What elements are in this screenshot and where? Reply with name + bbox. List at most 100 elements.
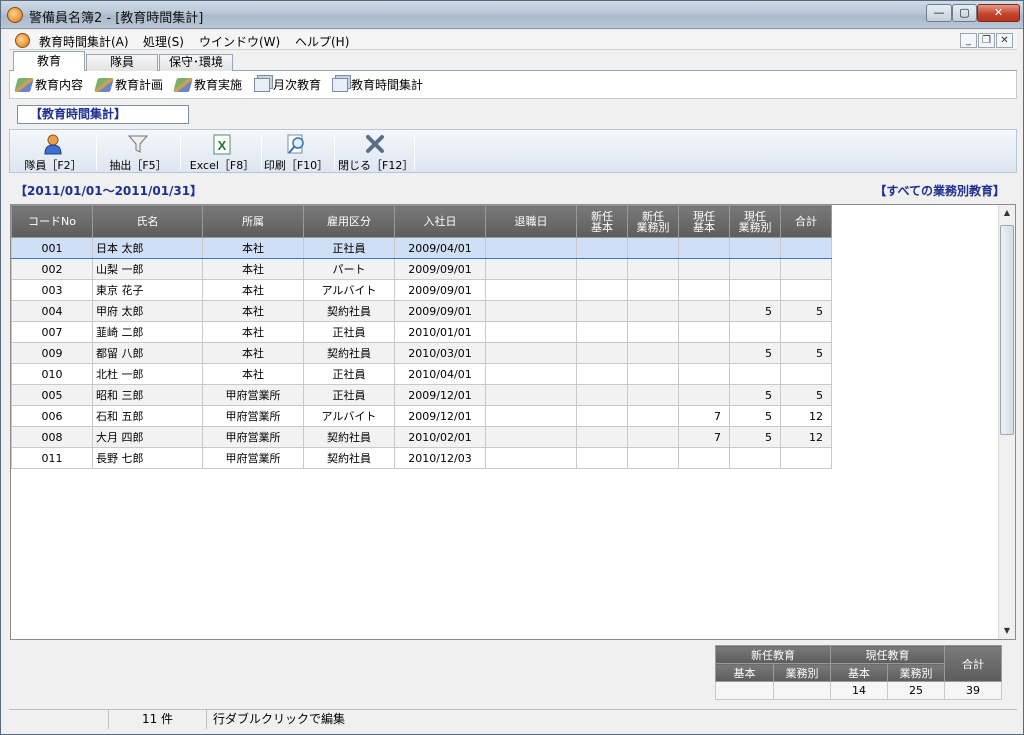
table-cell[interactable] — [678, 342, 730, 364]
table-cell[interactable] — [485, 447, 577, 469]
table-cell[interactable] — [678, 258, 730, 280]
table-cell[interactable]: 長野 七郎 — [92, 447, 203, 469]
table-cell[interactable] — [576, 426, 628, 448]
table-row[interactable]: 001 日本 太郎 本社 正社員 2009/04/01 — [11, 237, 832, 259]
table-cell[interactable] — [780, 258, 832, 280]
close-window-button[interactable]: ✕ — [977, 4, 1020, 22]
table-cell[interactable] — [485, 426, 577, 448]
table-cell[interactable] — [729, 258, 781, 280]
table-cell[interactable]: 正社員 — [303, 363, 395, 385]
table-cell[interactable]: 甲府営業所 — [202, 405, 304, 427]
table-cell[interactable]: 002 — [11, 258, 93, 280]
table-cell[interactable] — [780, 237, 832, 259]
mdi-close-button[interactable]: ✕ — [996, 33, 1013, 48]
table-cell[interactable]: 009 — [11, 342, 93, 364]
scroll-up-arrow-icon[interactable]: ▲ — [999, 205, 1015, 221]
table-cell[interactable] — [627, 300, 679, 322]
table-cell[interactable] — [678, 447, 730, 469]
table-cell[interactable]: 本社 — [202, 342, 304, 364]
table-cell[interactable] — [576, 258, 628, 280]
table-cell[interactable] — [576, 384, 628, 406]
table-cell[interactable]: 契約社員 — [303, 342, 395, 364]
table-cell[interactable]: 5 — [729, 342, 781, 364]
table-cell[interactable] — [485, 300, 577, 322]
table-cell[interactable] — [485, 384, 577, 406]
table-cell[interactable] — [678, 321, 730, 343]
table-cell[interactable]: 005 — [11, 384, 93, 406]
table-cell[interactable]: 2010/03/01 — [394, 342, 486, 364]
table-cell[interactable] — [485, 321, 577, 343]
table-cell[interactable] — [729, 363, 781, 385]
menu-item-help[interactable]: ヘルプ(H) — [295, 33, 349, 50]
table-cell[interactable]: 甲府営業所 — [202, 447, 304, 469]
table-row[interactable]: 004 甲府 太郎 本社 契約社員 2009/09/01 5 5 — [11, 300, 832, 322]
column-header[interactable]: 合計 — [780, 205, 832, 238]
table-cell[interactable]: 本社 — [202, 363, 304, 385]
table-cell[interactable]: 006 — [11, 405, 93, 427]
table-cell[interactable]: 007 — [11, 321, 93, 343]
table-cell[interactable] — [485, 405, 577, 427]
table-cell[interactable] — [627, 321, 679, 343]
table-cell[interactable]: 12 — [780, 405, 832, 427]
table-row[interactable]: 008 大月 四郎 甲府営業所 契約社員 2010/02/01 7 5 12 — [11, 426, 832, 448]
table-cell[interactable]: 2010/01/01 — [394, 321, 486, 343]
tab-members[interactable]: 隊員 — [86, 54, 158, 71]
mdi-child-icon[interactable] — [15, 33, 30, 48]
table-cell[interactable] — [780, 321, 832, 343]
column-header[interactable]: 所属 — [202, 205, 304, 238]
column-header[interactable]: 入社日 — [394, 205, 486, 238]
table-cell[interactable]: 2010/12/03 — [394, 447, 486, 469]
table-cell[interactable]: アルバイト — [303, 405, 395, 427]
excel-button[interactable]: X Excel［F8］ — [186, 130, 258, 172]
table-cell[interactable] — [485, 258, 577, 280]
table-cell[interactable] — [576, 300, 628, 322]
table-cell[interactable] — [627, 447, 679, 469]
table-cell[interactable] — [780, 279, 832, 301]
table-row[interactable]: 011 長野 七郎 甲府営業所 契約社員 2010/12/03 — [11, 447, 832, 469]
table-cell[interactable] — [780, 363, 832, 385]
table-cell[interactable] — [729, 279, 781, 301]
table-cell[interactable] — [729, 447, 781, 469]
close-screen-button[interactable]: 閉じる［F12］ — [338, 130, 413, 172]
column-header[interactable]: 退職日 — [485, 205, 577, 238]
vertical-scrollbar[interactable]: ▲ ▼ — [998, 205, 1015, 639]
sub-item-education-content[interactable]: 教育内容 — [14, 77, 83, 93]
table-cell[interactable]: 5 — [729, 426, 781, 448]
table-cell[interactable] — [780, 447, 832, 469]
table-cell[interactable]: アルバイト — [303, 279, 395, 301]
table-cell[interactable]: 東京 花子 — [92, 279, 203, 301]
table-cell[interactable]: 山梨 一郎 — [92, 258, 203, 280]
column-header[interactable]: 新任 業務別 — [627, 205, 679, 238]
table-cell[interactable]: 2009/12/01 — [394, 405, 486, 427]
table-cell[interactable]: 011 — [11, 447, 93, 469]
table-cell[interactable]: 2009/09/01 — [394, 258, 486, 280]
table-cell[interactable]: 大月 四郎 — [92, 426, 203, 448]
table-cell[interactable]: 甲府営業所 — [202, 384, 304, 406]
table-cell[interactable]: 契約社員 — [303, 447, 395, 469]
sub-item-education-execution[interactable]: 教育実施 — [173, 77, 242, 93]
table-cell[interactable]: 正社員 — [303, 384, 395, 406]
column-header[interactable]: 雇用区分 — [303, 205, 395, 238]
table-cell[interactable] — [627, 279, 679, 301]
table-cell[interactable]: 2009/12/01 — [394, 384, 486, 406]
table-cell[interactable]: 契約社員 — [303, 426, 395, 448]
table-cell[interactable]: 本社 — [202, 321, 304, 343]
minimize-button[interactable]: — — [926, 4, 952, 22]
table-cell[interactable]: 日本 太郎 — [92, 237, 203, 259]
table-cell[interactable]: 001 — [11, 237, 93, 259]
table-cell[interactable] — [678, 237, 730, 259]
table-cell[interactable]: 甲府営業所 — [202, 426, 304, 448]
members-button[interactable]: 隊員［F2］ — [18, 130, 88, 172]
sub-item-education-plan[interactable]: 教育計画 — [94, 77, 163, 93]
table-cell[interactable]: 本社 — [202, 237, 304, 259]
scroll-thumb[interactable] — [1000, 225, 1014, 435]
print-button[interactable]: 印刷［F10］ — [262, 130, 330, 172]
table-cell[interactable] — [485, 363, 577, 385]
table-cell[interactable]: 12 — [780, 426, 832, 448]
sub-item-monthly-education[interactable]: 月次教育 — [254, 77, 321, 93]
table-cell[interactable] — [627, 405, 679, 427]
table-cell[interactable]: 契約社員 — [303, 300, 395, 322]
table-cell[interactable]: 7 — [678, 426, 730, 448]
table-cell[interactable] — [678, 300, 730, 322]
table-cell[interactable] — [627, 384, 679, 406]
